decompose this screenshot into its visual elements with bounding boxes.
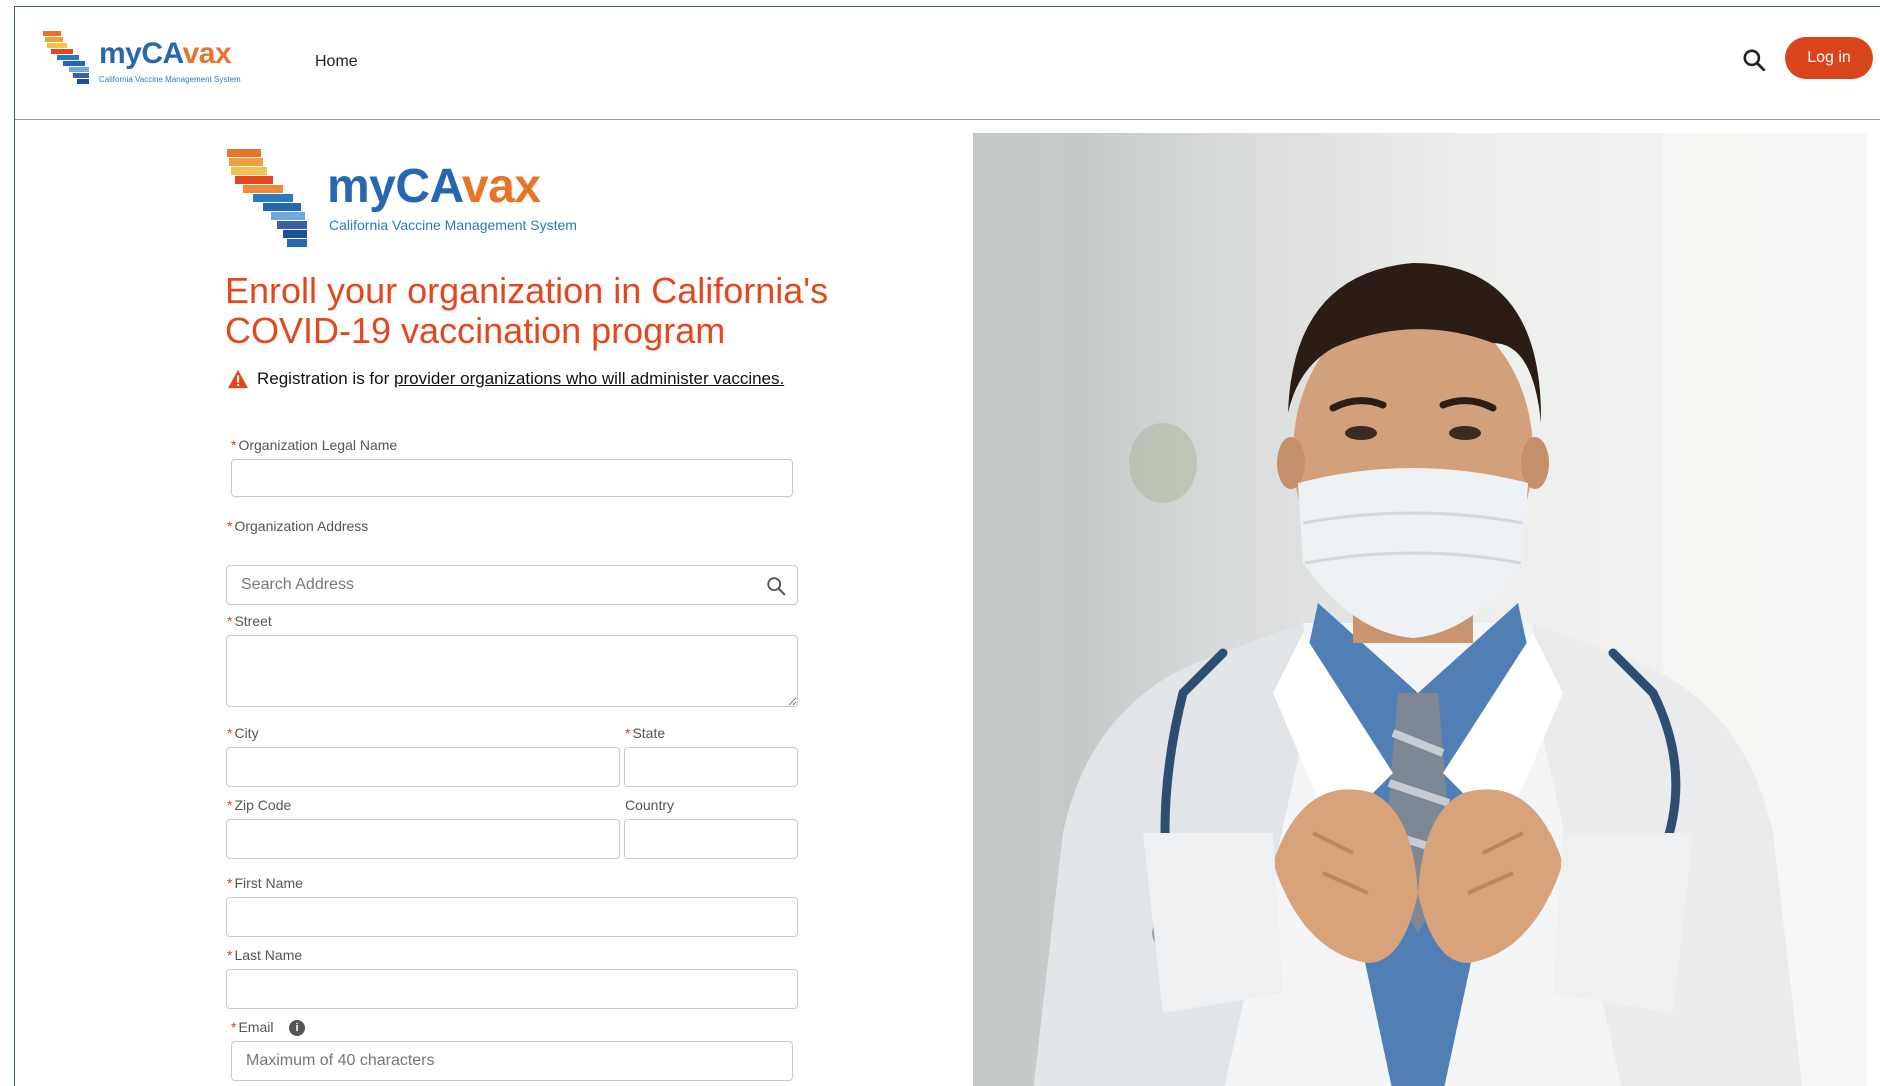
page-title-line-2: COVID-19 vaccination program <box>225 310 726 351</box>
state-label: * State <box>625 725 666 741</box>
street-label: * Street <box>227 613 272 629</box>
header-logo-wordmark: myCAvax <box>99 37 232 70</box>
org-legal-name-input[interactable] <box>231 459 793 497</box>
org-address-label: * Organization Address <box>227 518 369 534</box>
country-label: Country <box>625 797 675 813</box>
header-logo[interactable]: myCAvax California Vaccine Management Sy… <box>41 27 271 95</box>
main-logo-wordmark: myCAvax <box>327 160 541 213</box>
california-state-icon <box>43 31 89 84</box>
first-name-label: * First Name <box>227 875 303 891</box>
street-textarea[interactable] <box>226 635 798 707</box>
notice-text: Registration is for <box>257 369 394 388</box>
main-logo-tagline: California Vaccine Management System <box>329 217 577 233</box>
browser-window: myCAvax California Vaccine Management Sy… <box>14 6 1880 1086</box>
warning-triangle-icon <box>228 369 248 389</box>
hero-photo <box>973 133 1867 1086</box>
zip-code-label: * Zip Code <box>227 797 292 813</box>
first-name-input[interactable] <box>226 897 798 937</box>
login-button[interactable]: Log in <box>1785 37 1873 79</box>
address-search-input[interactable] <box>226 565 798 605</box>
main-logo: myCAvax California Vaccine Management Sy… <box>223 145 643 255</box>
nav-home-link[interactable]: Home <box>315 53 358 71</box>
doctor-illustration <box>973 133 1867 1086</box>
page-title-line-1: Enroll your organization in California's <box>225 270 829 311</box>
email-label: * Email <box>231 1019 274 1035</box>
page-title: Enroll your organization in California's… <box>225 271 865 351</box>
last-name-input[interactable] <box>226 969 798 1009</box>
last-name-label: * Last Name <box>227 947 303 963</box>
search-icon[interactable] <box>765 575 787 597</box>
email-input[interactable] <box>231 1041 793 1081</box>
state-input[interactable] <box>624 747 798 787</box>
search-icon[interactable] <box>1741 47 1767 73</box>
city-input[interactable] <box>226 747 620 787</box>
california-state-icon <box>227 149 307 247</box>
country-input[interactable] <box>624 819 798 859</box>
provider-organizations-link[interactable]: provider organizations who will administ… <box>394 369 784 389</box>
info-icon[interactable]: i <box>289 1020 305 1036</box>
zip-code-input[interactable] <box>226 819 620 859</box>
org-legal-name-label: * Organization Legal Name <box>231 437 398 453</box>
site-header: myCAvax California Vaccine Management Sy… <box>15 7 1880 120</box>
city-label: * City <box>227 725 259 741</box>
registration-notice: Registration is for provider organizatio… <box>227 369 784 389</box>
header-logo-tagline: California Vaccine Management System <box>99 75 241 84</box>
